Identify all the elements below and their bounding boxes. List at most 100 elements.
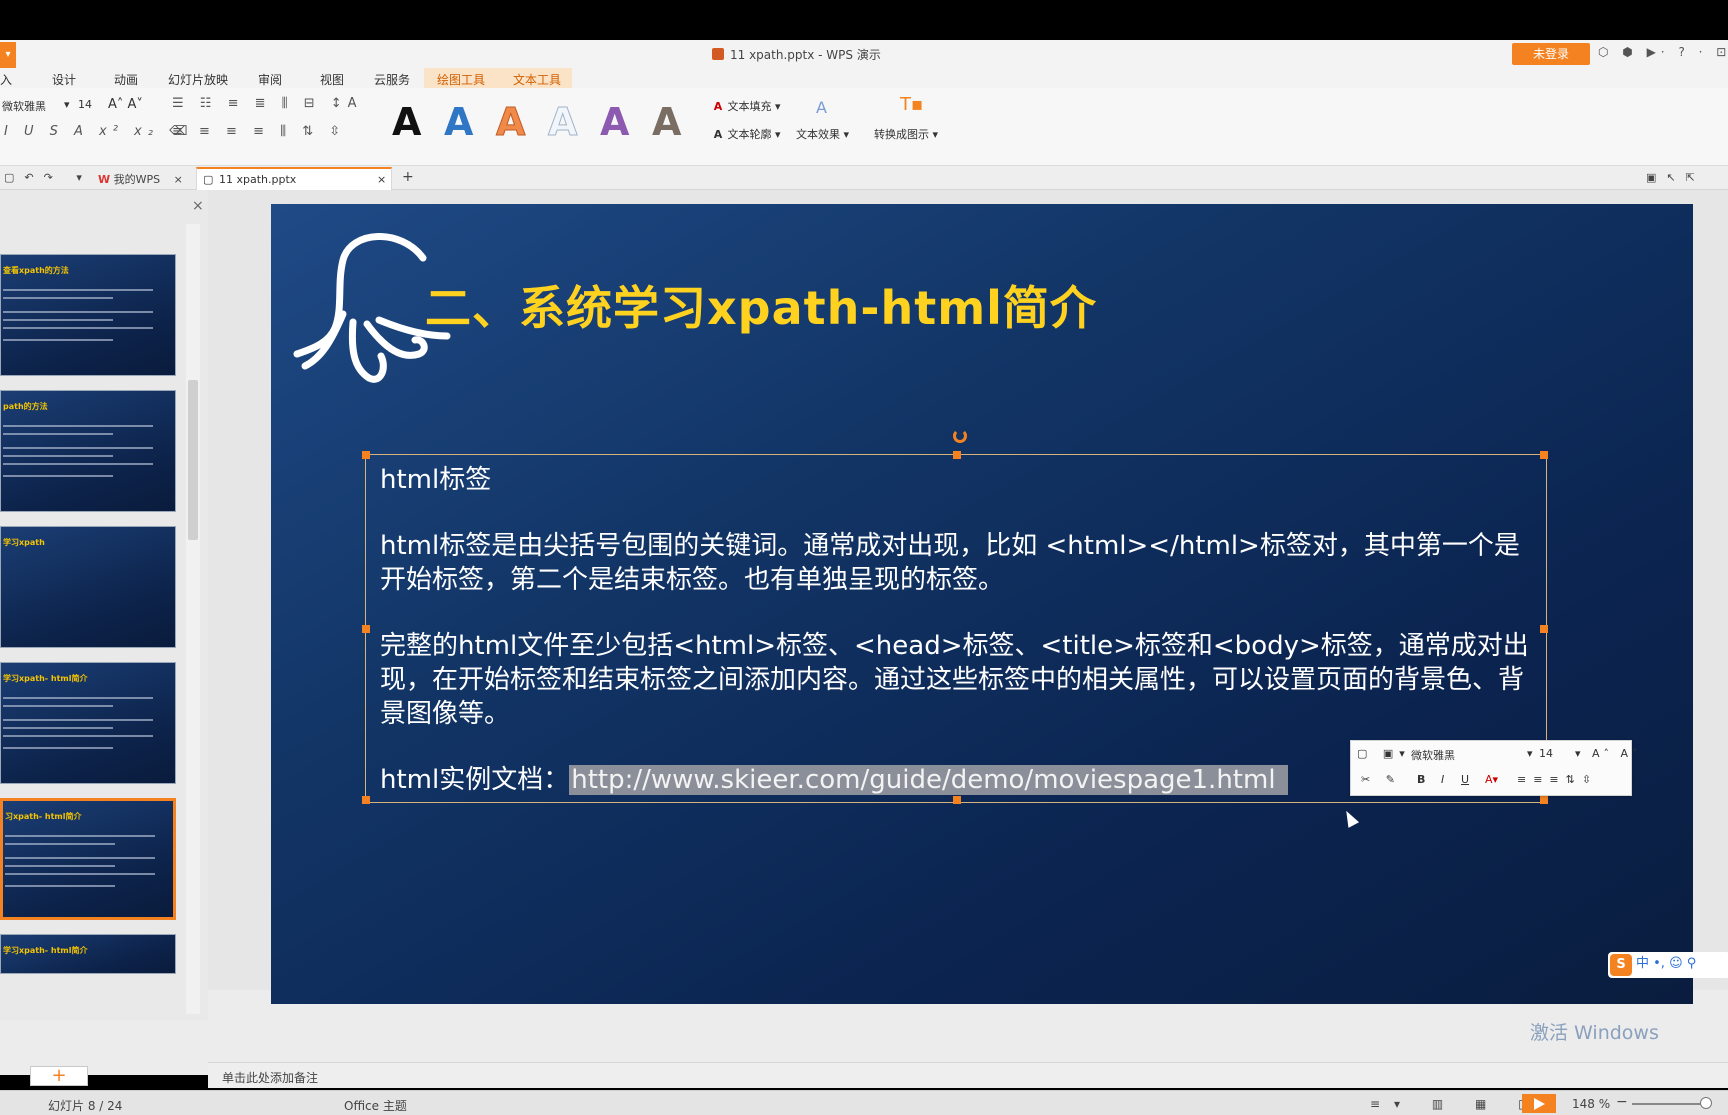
thumbnail-text-line xyxy=(3,425,153,427)
notes-placeholder[interactable]: 单击此处添加备注 xyxy=(222,1069,318,1086)
document-tab-label: 11 xpath.pptx xyxy=(219,173,297,186)
ribbon-tabs: 入设计 动画 幻灯片放映 审阅 视图 云服务 绘图工具 文本工具 xyxy=(0,68,1728,91)
mini-font-size-select[interactable]: 14 xyxy=(1539,747,1553,760)
text-format-icons[interactable]: I U S A x² x₂ ⌫ xyxy=(4,124,193,139)
text-heading[interactable]: html标签 xyxy=(380,463,1540,497)
wps-logo-icon: W xyxy=(98,173,111,186)
tab-0[interactable]: 入 xyxy=(0,71,12,88)
mini-font-color-icon[interactable]: A▾ xyxy=(1485,773,1498,786)
thumbnail-text-line xyxy=(3,735,153,737)
text-fill-icon: A xyxy=(713,100,723,113)
quick-access-bar: ▢↶↷ ▾ W 我的WPS × ▢ 11 xpath.pptx × + ▣↖⇱ xyxy=(0,166,1728,190)
mini-underline-icon[interactable]: U xyxy=(1461,773,1469,786)
font-size-dropdown-icon[interactable]: ▾ xyxy=(64,98,70,111)
ribbon-toolbar: 微软雅黑 ▾ 14 A˄ A˅ ☰ ☷ ≡ ≣ ⫼ ⊟ ↕A I U S A x… xyxy=(0,88,1728,166)
text-paragraph-2[interactable]: 完整的html文件至少包括<html>标签、<head>标签、<title>标签… xyxy=(380,629,1540,731)
tab-2[interactable]: 动画 xyxy=(114,71,138,88)
font-size-select[interactable]: 14 xyxy=(78,98,92,111)
resize-handle-right[interactable] xyxy=(1540,625,1548,633)
mini-align-icons[interactable]: ≡≡≡⇅⇳ xyxy=(1517,773,1598,786)
sogou-ime-icon: S xyxy=(1610,954,1632,976)
mywps-tab[interactable]: W 我的WPS × xyxy=(98,171,183,187)
text-fill-button[interactable]: A 文本填充 ▾ xyxy=(712,98,781,114)
close-tab-icon[interactable]: × xyxy=(377,173,386,186)
tab-4[interactable]: 审阅 xyxy=(258,71,282,88)
zoom-slider-knob[interactable] xyxy=(1700,1097,1712,1109)
list-format-icons[interactable]: ☰ ☷ ≡ ≣ ⫼ ⊟ ↕A xyxy=(172,96,363,111)
text-paragraph-1[interactable]: html标签是由尖括号包围的关键词。通常成对出现，比如 <html></html… xyxy=(380,529,1540,597)
slideshow-play-button[interactable] xyxy=(1522,1094,1556,1113)
slide-thumbnail[interactable]: 习xpath- html简介 xyxy=(0,798,176,920)
text-effect-button[interactable]: 文本效果 ▾ xyxy=(796,126,849,142)
thumbnail-title: 习xpath- html简介 xyxy=(5,812,82,821)
text-effect-icon: A xyxy=(816,98,827,117)
mini-bold-icon[interactable]: B xyxy=(1417,773,1425,786)
window-control-icons[interactable]: ⬡ ⬢ ▶· ? · ⊡ xyxy=(1598,45,1728,59)
tab-5[interactable]: 视图 xyxy=(320,71,344,88)
mini-copy-paste-icons[interactable]: ▢ ▣▾ xyxy=(1357,747,1411,760)
example-doc-link[interactable]: http://www.skieer.com/guide/demo/moviesp… xyxy=(569,765,1288,795)
text-style-outline-icon[interactable]: A xyxy=(547,100,577,145)
slide-thumbnail[interactable]: path的方法 xyxy=(0,390,176,512)
status-bar: 幻灯片 8 / 24 Office 主题 ≡▾ ▥ ▦ ▯ 148 % − xyxy=(0,1090,1728,1115)
text-style-gray-icon[interactable]: A xyxy=(652,100,681,144)
tab-1[interactable]: 设计 xyxy=(52,71,76,88)
slide-thumbnail[interactable]: 查看xpath的方法 xyxy=(0,254,176,376)
app-menu-button[interactable]: ▾ xyxy=(0,42,16,68)
mini-italic-icon[interactable]: I xyxy=(1441,773,1444,786)
mini-clear-format-icons[interactable]: ✂ ✎ xyxy=(1361,773,1401,786)
thumbnail-scrollbar[interactable] xyxy=(186,224,200,1014)
mini-font-size-dropdown-icon[interactable]: ▾ xyxy=(1527,747,1533,760)
undo-redo-icons[interactable]: ▢↶↷ ▾ xyxy=(4,171,92,184)
slide-thumbnail[interactable]: 学习xpath- html简介 xyxy=(0,662,176,784)
thumbnail-title: 学习xpath- html简介 xyxy=(3,946,88,955)
view-mode-icons[interactable]: ≡▾ ▥ ▦ ▯ xyxy=(1370,1097,1539,1111)
resize-handle-top-left[interactable] xyxy=(362,451,370,459)
notes-pane[interactable]: 单击此处添加备注 xyxy=(208,1062,1728,1088)
convert-smartart-button[interactable]: 转换成图示 ▾ xyxy=(874,126,938,142)
resize-handle-top[interactable] xyxy=(953,451,961,459)
thumbnail-scroll-thumb[interactable] xyxy=(188,380,198,540)
text-outline-button[interactable]: A 文本轮廓 ▾ xyxy=(712,126,781,142)
tab-7[interactable]: 绘图工具 xyxy=(437,71,485,88)
login-button[interactable]: 未登录 xyxy=(1512,43,1590,65)
add-slide-button[interactable]: + xyxy=(30,1066,88,1086)
thumbnail-text-line xyxy=(3,433,113,435)
resize-handle-bottom-left[interactable] xyxy=(362,796,370,804)
mini-font-name-select[interactable]: 微软雅黑 xyxy=(1411,747,1455,763)
zoom-level[interactable]: 148 % xyxy=(1572,1097,1610,1111)
document-tab[interactable]: ▢ 11 xpath.pptx × xyxy=(196,167,392,190)
mini-font-grow-shrink-icons[interactable]: ▾ A˄ A˅ xyxy=(1575,747,1642,760)
quickbar-right-icons[interactable]: ▣↖⇱ xyxy=(1646,171,1705,184)
resize-handle-bottom-right[interactable] xyxy=(1540,796,1548,804)
paragraph-align-icons[interactable]: ≡ ≡ ≡ ≡ ⫼ ⇅ ⇳ xyxy=(172,124,346,139)
slide-thumbnail[interactable]: 学习xpath- html简介 xyxy=(0,934,176,974)
slide-counter: 幻灯片 8 / 24 xyxy=(48,1099,123,1113)
thumbnail-text-line xyxy=(3,327,153,329)
close-mywps-icon[interactable]: × xyxy=(174,173,183,186)
slide-thumbnail[interactable]: 学习xpath xyxy=(0,526,176,648)
text-style-purple-icon[interactable]: A xyxy=(600,100,629,144)
rotate-handle-icon[interactable] xyxy=(953,429,967,443)
thumbnail-text-line xyxy=(3,719,153,721)
zoom-out-icon[interactable]: − xyxy=(1616,1094,1628,1110)
grow-font-icon[interactable]: A˄ A˅ xyxy=(108,97,143,112)
close-panel-icon[interactable]: × xyxy=(192,198,204,214)
link-label: html实例文档： xyxy=(380,765,570,795)
thumbnail-text-line xyxy=(3,697,153,699)
wps-presentation-window: ▾ 11 xpath.pptx - WPS 演示 未登录 ⬡ ⬢ ▶· ? · … xyxy=(0,40,1728,1115)
new-tab-button[interactable]: + xyxy=(402,169,414,185)
tab-3[interactable]: 幻灯片放映 xyxy=(168,71,228,88)
text-style-orange-icon[interactable]: A xyxy=(495,100,525,145)
text-style-black-icon[interactable]: A xyxy=(392,100,421,144)
resize-handle-top-right[interactable] xyxy=(1540,451,1548,459)
slide-title[interactable]: 二、系统学习xpath-html简介 xyxy=(425,272,1097,338)
ime-toolbar[interactable]: S中 •, ☺ ⚲ xyxy=(1608,952,1728,978)
text-style-blue-icon[interactable]: A xyxy=(444,100,473,144)
resize-handle-bottom[interactable] xyxy=(953,796,961,804)
resize-handle-left[interactable] xyxy=(362,625,370,633)
tab-6[interactable]: 云服务 xyxy=(374,71,410,88)
current-slide[interactable]: 二、系统学习xpath-html简介 html标签 html标签是由尖括号包围的… xyxy=(271,204,1693,1004)
font-name-select[interactable]: 微软雅黑 xyxy=(2,98,46,114)
zoom-slider[interactable] xyxy=(1632,1103,1710,1105)
